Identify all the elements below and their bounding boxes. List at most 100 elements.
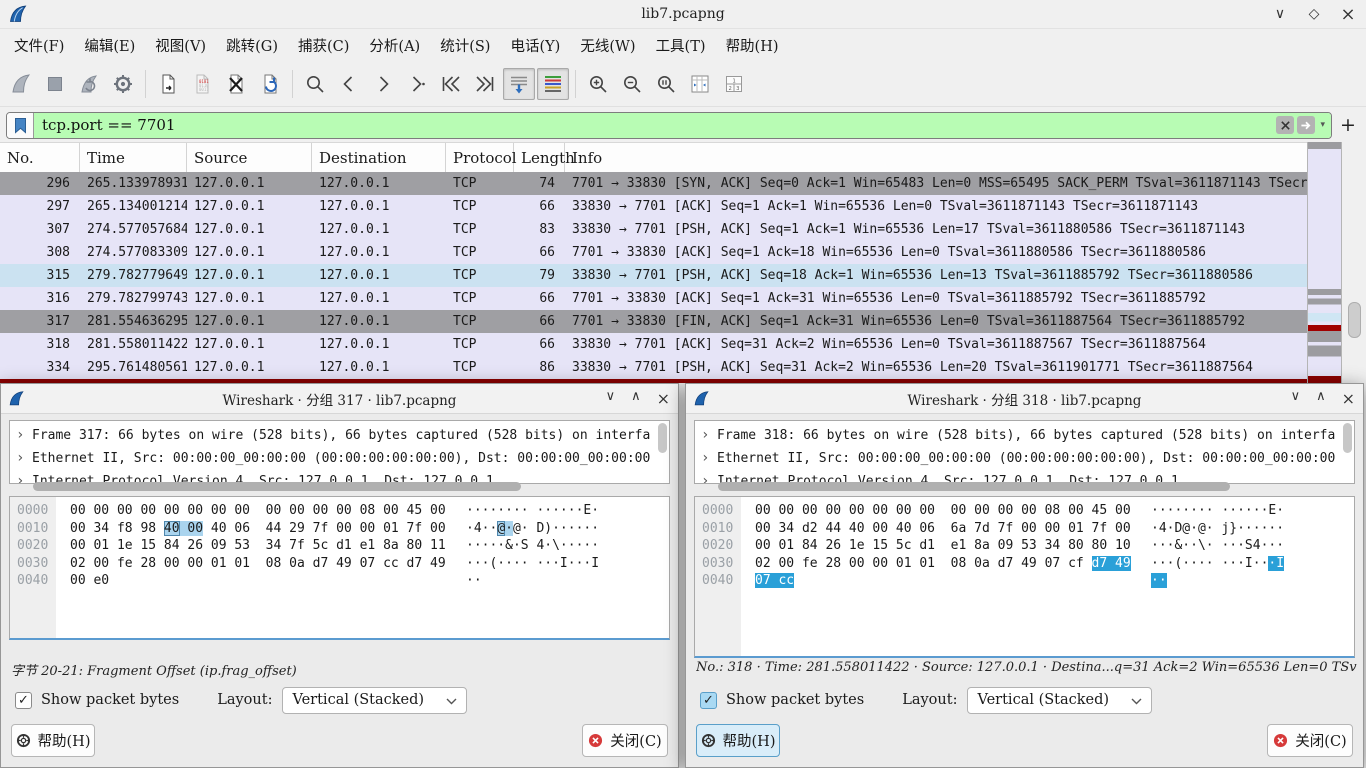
hscrollbar-thumb[interactable]: [718, 482, 1230, 491]
zoom-out-icon[interactable]: [616, 68, 648, 100]
minimize-icon[interactable]: ∨: [1272, 6, 1288, 22]
menu-item[interactable]: 分析(A): [359, 31, 430, 60]
menu-item[interactable]: 视图(V): [145, 31, 216, 60]
restore-icon[interactable]: ∧: [1316, 389, 1326, 408]
tree-horizontal-scrollbar[interactable]: [694, 482, 1355, 492]
expander-icon[interactable]: ›: [16, 424, 24, 447]
tree-item[interactable]: ›Ethernet II, Src: 00:00:00_00:00:00 (00…: [10, 447, 669, 470]
go-last-icon[interactable]: [469, 68, 501, 100]
hex-row[interactable]: 004007 cc··: [695, 572, 1354, 590]
filter-apply-icon[interactable]: [1297, 116, 1315, 134]
column-header-length[interactable]: Length: [514, 143, 565, 173]
resize-columns-icon[interactable]: [684, 68, 716, 100]
close-file-icon[interactable]: [220, 68, 252, 100]
open-file-icon[interactable]: [152, 68, 184, 100]
menu-item[interactable]: 帮助(H): [716, 31, 789, 60]
save-file-icon[interactable]: 010101100011: [186, 68, 218, 100]
scrollbar-thumb[interactable]: [1348, 302, 1361, 338]
packet-row[interactable]: 297265.134001214127.0.0.1127.0.0.1TCP663…: [0, 195, 1308, 218]
packet-detail-tree[interactable]: ›Frame 318: 66 bytes on wire (528 bits),…: [694, 420, 1355, 484]
close-icon[interactable]: ×: [1342, 389, 1355, 408]
tree-item[interactable]: ›Ethernet II, Src: 00:00:00_00:00:00 (00…: [695, 447, 1354, 470]
layout-123-icon[interactable]: 123: [718, 68, 750, 100]
packet-bytes-pane[interactable]: 000000 00 00 00 00 00 00 00 00 00 00 00 …: [694, 496, 1355, 658]
reload-file-icon[interactable]: [254, 68, 286, 100]
packet-row[interactable]: 296265.133978931127.0.0.1127.0.0.1TCP747…: [0, 172, 1308, 195]
filter-history-caret-icon[interactable]: ▾: [1318, 120, 1327, 130]
packet-row[interactable]: 308274.577083309127.0.0.1127.0.0.1TCP667…: [0, 241, 1308, 264]
column-header-info[interactable]: Info: [565, 143, 1366, 173]
show-packet-bytes-checkbox[interactable]: ✓: [15, 692, 32, 709]
packet-row[interactable]: 307274.577057684127.0.0.1127.0.0.1TCP833…: [0, 218, 1308, 241]
packet-row[interactable]: 315279.782779649127.0.0.1127.0.0.1TCP793…: [0, 264, 1308, 287]
go-first-icon[interactable]: [435, 68, 467, 100]
column-header-no[interactable]: No.: [0, 143, 80, 173]
close-button[interactable]: 关闭(C): [582, 724, 668, 757]
menu-item[interactable]: 捕获(C): [288, 31, 359, 60]
show-packet-bytes-checkbox[interactable]: ✓: [700, 692, 717, 709]
close-icon[interactable]: ×: [657, 389, 670, 408]
go-forward-icon[interactable]: [367, 68, 399, 100]
minimize-icon[interactable]: ∨: [606, 389, 616, 408]
main-titlebar[interactable]: lib7.pcapng ∨ ◇ ×: [0, 0, 1366, 29]
column-header-time[interactable]: Time: [80, 143, 187, 173]
display-filter-field[interactable]: tcp.port == 7701 ▾: [6, 112, 1332, 139]
packet-318-titlebar[interactable]: Wireshark · 分组 318 · lib7.pcapng ∨ ∧ ×: [686, 384, 1363, 414]
filter-bookmark-icon[interactable]: [7, 113, 34, 138]
zoom-in-icon[interactable]: [582, 68, 614, 100]
intelligent-scrollbar-minimap[interactable]: [1307, 142, 1342, 383]
colorize-icon[interactable]: [537, 68, 569, 100]
packet-row[interactable]: 334295.761480561127.0.0.1127.0.0.1TCP863…: [0, 356, 1308, 379]
minimize-icon[interactable]: ∨: [1291, 389, 1301, 408]
go-to-packet-icon[interactable]: [401, 68, 433, 100]
filter-input[interactable]: tcp.port == 7701: [34, 113, 1272, 138]
menu-item[interactable]: 无线(W): [570, 31, 645, 60]
hex-row[interactable]: 000000 00 00 00 00 00 00 00 00 00 00 00 …: [10, 502, 669, 520]
hex-row[interactable]: 001000 34 f8 98 40 00 40 06 44 29 7f 00 …: [10, 520, 669, 538]
capture-options-icon[interactable]: [107, 68, 139, 100]
hex-row[interactable]: 003002 00 fe 28 00 00 01 01 08 0a d7 49 …: [10, 555, 669, 573]
add-filter-button[interactable]: +: [1336, 114, 1360, 136]
find-packet-icon[interactable]: [299, 68, 331, 100]
packet-list-scrollbar[interactable]: [1342, 142, 1366, 383]
restore-icon[interactable]: ∧: [631, 389, 641, 408]
menu-item[interactable]: 工具(T): [646, 31, 716, 60]
help-button[interactable]: 帮助(H): [11, 724, 95, 757]
zoom-reset-icon[interactable]: [650, 68, 682, 100]
menu-item[interactable]: 统计(S): [430, 31, 500, 60]
packet-detail-tree[interactable]: ›Frame 317: 66 bytes on wire (528 bits),…: [9, 420, 670, 484]
packet-row[interactable]: 316279.782799743127.0.0.1127.0.0.1TCP667…: [0, 287, 1308, 310]
column-header-source[interactable]: Source: [187, 143, 312, 173]
packet-317-titlebar[interactable]: Wireshark · 分组 317 · lib7.pcapng ∨ ∧ ×: [1, 384, 678, 414]
go-back-icon[interactable]: [333, 68, 365, 100]
tree-horizontal-scrollbar[interactable]: [9, 482, 670, 492]
close-icon[interactable]: ×: [1340, 4, 1356, 25]
expander-icon[interactable]: ›: [16, 447, 24, 470]
tree-item[interactable]: ›Frame 317: 66 bytes on wire (528 bits),…: [10, 424, 669, 447]
layout-select[interactable]: Vertical (Stacked): [967, 687, 1152, 714]
auto-scroll-icon[interactable]: [503, 68, 535, 100]
maximize-icon[interactable]: ◇: [1306, 6, 1322, 22]
help-button[interactable]: 帮助(H): [696, 724, 780, 757]
hex-row[interactable]: 002000 01 1e 15 84 26 09 53 34 7f 5c d1 …: [10, 537, 669, 555]
menu-item[interactable]: 编辑(E): [74, 31, 145, 60]
layout-select[interactable]: Vertical (Stacked): [282, 687, 467, 714]
filter-clear-icon[interactable]: [1276, 116, 1294, 134]
hex-row[interactable]: 004000 e0··: [10, 572, 669, 590]
column-header-protocol[interactable]: Protocol: [446, 143, 514, 173]
menu-item[interactable]: 跳转(G): [216, 31, 288, 60]
hex-row[interactable]: 003002 00 fe 28 00 00 01 01 08 0a d7 49 …: [695, 555, 1354, 573]
restart-capture-icon[interactable]: [73, 68, 105, 100]
expander-icon[interactable]: ›: [701, 447, 709, 470]
menu-item[interactable]: 文件(F): [4, 31, 74, 60]
expander-icon[interactable]: ›: [701, 424, 709, 447]
hex-row[interactable]: 002000 01 84 26 1e 15 5c d1 e1 8a 09 53 …: [695, 537, 1354, 555]
stop-capture-icon[interactable]: [39, 68, 71, 100]
hex-row[interactable]: 000000 00 00 00 00 00 00 00 00 00 00 00 …: [695, 502, 1354, 520]
packet-row[interactable]: 317281.554636295127.0.0.1127.0.0.1TCP667…: [0, 310, 1308, 333]
column-header-destination[interactable]: Destination: [312, 143, 446, 173]
hscrollbar-thumb[interactable]: [33, 482, 521, 491]
packet-bytes-pane[interactable]: 000000 00 00 00 00 00 00 00 00 00 00 00 …: [9, 496, 670, 640]
close-button[interactable]: 关闭(C): [1267, 724, 1353, 757]
packet-row[interactable]: 318281.558011422127.0.0.1127.0.0.1TCP663…: [0, 333, 1308, 356]
